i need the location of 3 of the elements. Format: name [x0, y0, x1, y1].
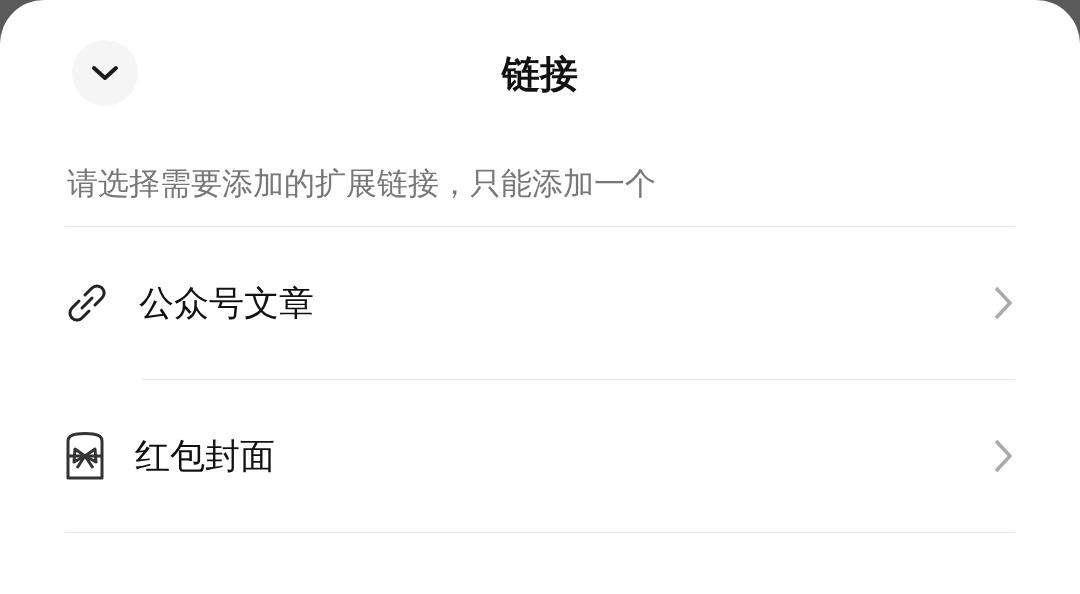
chevron-down-icon — [90, 64, 120, 82]
sheet-title: 链接 — [502, 52, 578, 96]
envelope-icon — [65, 432, 105, 481]
